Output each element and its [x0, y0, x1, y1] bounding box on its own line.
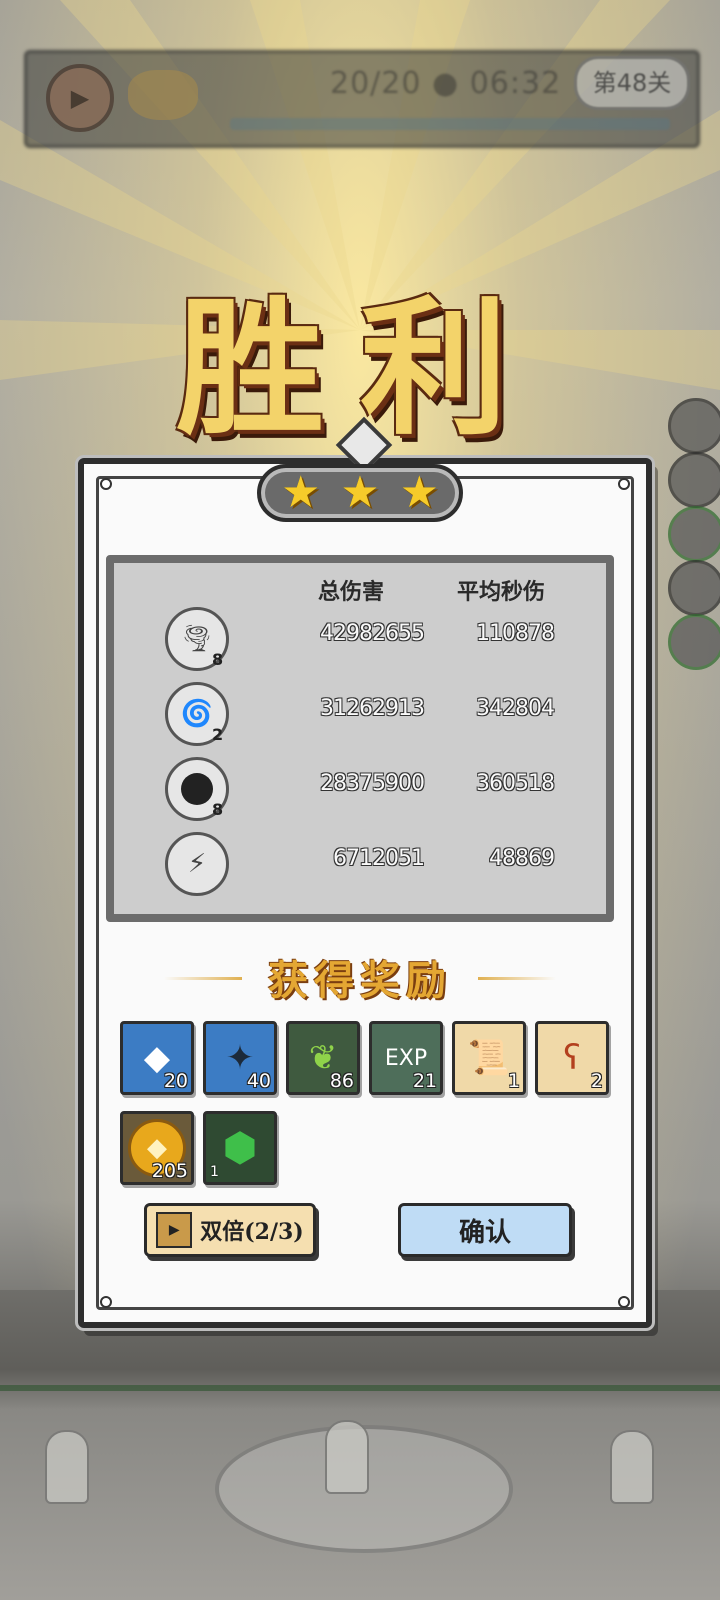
- skill-level: 2: [212, 725, 224, 744]
- exp-label: EXP: [384, 1045, 428, 1071]
- rivet: [100, 478, 112, 490]
- floor-edge: [0, 1385, 720, 1391]
- item-quantity: 21: [412, 1070, 437, 1092]
- side-skill-icon[interactable]: [668, 560, 720, 616]
- item-quantity: 2: [590, 1070, 603, 1092]
- avg-dps: 360518: [476, 771, 555, 796]
- star-icon: ★: [399, 467, 440, 518]
- confirm-button-label: 确认: [458, 1217, 511, 1248]
- item-quantity: 86: [329, 1070, 354, 1092]
- item-quantity: 20: [163, 1070, 188, 1092]
- total-damage: 31262913: [320, 696, 425, 721]
- avg-dps: 48869: [489, 846, 555, 871]
- title-ornament-right: [478, 977, 556, 980]
- item-quantity: 205: [151, 1160, 188, 1182]
- confirm-button[interactable]: 确认: [398, 1203, 572, 1257]
- wave-counter: 20/20: [330, 66, 422, 101]
- treasure-pot-icon: [128, 70, 198, 120]
- side-skill-icon[interactable]: [668, 506, 720, 562]
- fast-forward-icon: ▶: [70, 84, 90, 112]
- star-icon: ★: [280, 467, 321, 518]
- skill-level: 8: [212, 650, 224, 669]
- reward-item[interactable]: ◆ 205: [120, 1111, 194, 1185]
- progress-bar: [230, 118, 670, 130]
- reward-item[interactable]: 📜 1: [452, 1021, 526, 1095]
- soldier-figure: [610, 1430, 654, 1504]
- timer: 06:32: [469, 66, 562, 101]
- soldier-figure: [45, 1430, 89, 1504]
- skill-level: 8: [212, 800, 224, 819]
- header-avg-dps: 平均秒伤: [457, 579, 546, 605]
- rivet: [100, 1296, 112, 1308]
- header-total-damage: 总伤害: [318, 579, 385, 605]
- double-button-label: 双倍(2/3): [200, 1219, 304, 1245]
- rivet: [618, 1296, 630, 1308]
- star-icon: ★: [340, 467, 380, 518]
- rivet: [618, 478, 630, 490]
- wave-and-timer: 20/20 ● 06:32: [330, 66, 562, 101]
- avg-dps: 110878: [476, 621, 555, 646]
- reward-item[interactable]: EXP 21: [369, 1021, 443, 1095]
- item-quantity: 1: [210, 1164, 219, 1180]
- video-icon: ▶: [156, 1212, 193, 1248]
- rewards-title: 获得奖励: [268, 957, 452, 1004]
- level-badge: 第48关: [574, 56, 690, 110]
- reward-item[interactable]: ⬢ 1: [203, 1111, 277, 1185]
- item-quantity: 1: [507, 1070, 520, 1092]
- star-rating: ★ ★ ★: [257, 464, 463, 522]
- total-damage: 42982655: [320, 621, 425, 646]
- reward-item[interactable]: ʕ 2: [535, 1021, 609, 1095]
- reward-item[interactable]: ✦ 40: [203, 1021, 277, 1095]
- total-damage: 28375900: [320, 771, 425, 796]
- reward-item[interactable]: ❦ 86: [286, 1021, 360, 1095]
- lightning-skill-icon: ⚡: [165, 832, 229, 896]
- reward-item[interactable]: ◆ 20: [120, 1021, 194, 1095]
- hero-figure: [325, 1420, 369, 1494]
- total-damage: 6712051: [333, 846, 425, 871]
- speed-button[interactable]: ▶: [46, 64, 114, 132]
- side-skill-icon[interactable]: [668, 614, 720, 670]
- item-quantity: 40: [246, 1070, 271, 1092]
- avg-dps: 342804: [476, 696, 555, 721]
- double-reward-button[interactable]: ▶ 双倍(2/3): [144, 1203, 316, 1257]
